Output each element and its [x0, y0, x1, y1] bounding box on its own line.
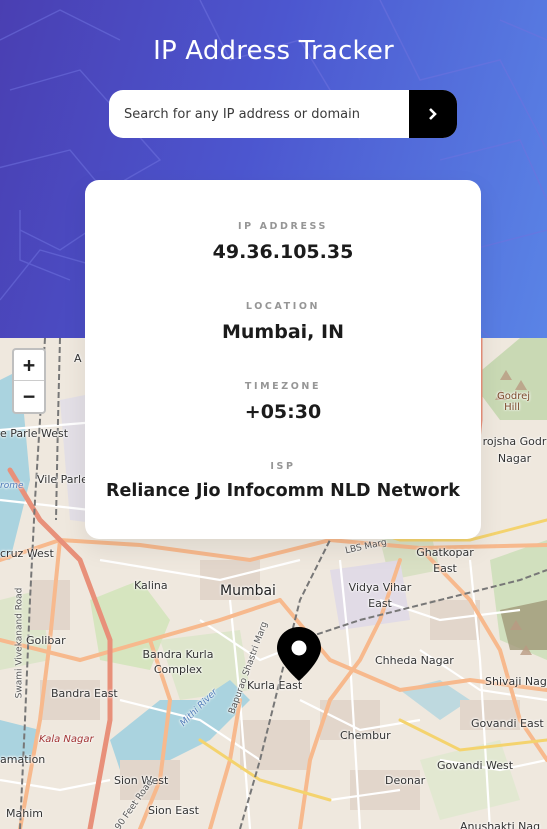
timezone-label: TIMEZONE — [244, 381, 322, 392]
map-label-sion-east: Sion East — [148, 804, 199, 817]
map-label-mumbai: Mumbai — [220, 583, 276, 599]
ip-info-card: IP ADDRESS 49.36.105.35 LOCATION Mumbai,… — [85, 180, 481, 539]
isp-section: ISP Reliance Jio Infocomm NLD Network — [85, 461, 481, 501]
map-label-kala-nagar: Kala Nagar — [39, 734, 94, 745]
search-submit-button[interactable] — [409, 90, 457, 138]
map-label-kalina: Kalina — [134, 579, 168, 592]
location-section: LOCATION Mumbai, IN — [85, 301, 481, 343]
zoom-out-button[interactable]: − — [14, 380, 44, 411]
map-label-chembur: Chembur — [340, 729, 391, 742]
isp-value: Reliance Jio Infocomm NLD Network — [106, 481, 460, 501]
map-label-a: A — [74, 352, 82, 365]
timezone-value: +05:30 — [244, 401, 322, 423]
location-pin-icon[interactable] — [276, 626, 322, 682]
map-zoom-control: + − — [12, 348, 46, 414]
map-label-parle-west: e Parle West — [0, 427, 69, 440]
map-label-anushakti-nagar: Anushakti Nag — [460, 820, 541, 829]
map-label-frojsha-nagar: rojsha Godr Nagar — [482, 435, 547, 465]
map-label-bkc: Bandra Kurla Complex — [142, 648, 214, 676]
map-label-vile-parle: Vile Parle — [37, 473, 88, 486]
map-label-govandi-west: Govandi West — [437, 759, 514, 772]
map-label-chheda-nagar: Chheda Nagar — [375, 654, 454, 667]
location-label: LOCATION — [245, 301, 321, 312]
map-label-bandra-east: Bandra East — [51, 687, 118, 700]
map-label-mahim: Mahim — [6, 807, 43, 820]
map-label-shivaji-nagar: Shivaji Nag — [485, 675, 547, 688]
map-label-govandi-east: Govandi East — [471, 717, 544, 730]
search-input[interactable] — [109, 90, 424, 138]
ip-address-section: IP ADDRESS 49.36.105.35 — [85, 221, 481, 263]
map-label-golibar: Golibar — [26, 634, 66, 647]
location-value: Mumbai, IN — [222, 321, 344, 343]
page-title: IP Address Tracker — [153, 36, 394, 66]
map-label-sv-road: Swami Vivekanand Road — [14, 587, 25, 699]
map-label-godrej-hill: Godrej Hill — [497, 391, 531, 413]
isp-label: ISP — [270, 461, 296, 472]
zoom-in-button[interactable]: + — [14, 350, 44, 380]
map-label-deonar: Deonar — [385, 774, 426, 787]
search-bar — [109, 90, 457, 138]
map-label-rome: rome — [0, 481, 24, 491]
map-label-ghatkopar-east: Ghatkopar East — [416, 546, 474, 575]
ip-address-value: 49.36.105.35 — [212, 241, 354, 263]
map-label-cruz-west: cruz West — [0, 547, 54, 560]
map-label-vidya-vihar: Vidya Vihar East — [348, 581, 412, 610]
timezone-section: TIMEZONE +05:30 — [85, 381, 481, 423]
chevron-right-icon — [429, 108, 437, 120]
map-label-amation: amation — [0, 753, 46, 766]
ip-address-label: IP ADDRESS — [238, 221, 328, 232]
